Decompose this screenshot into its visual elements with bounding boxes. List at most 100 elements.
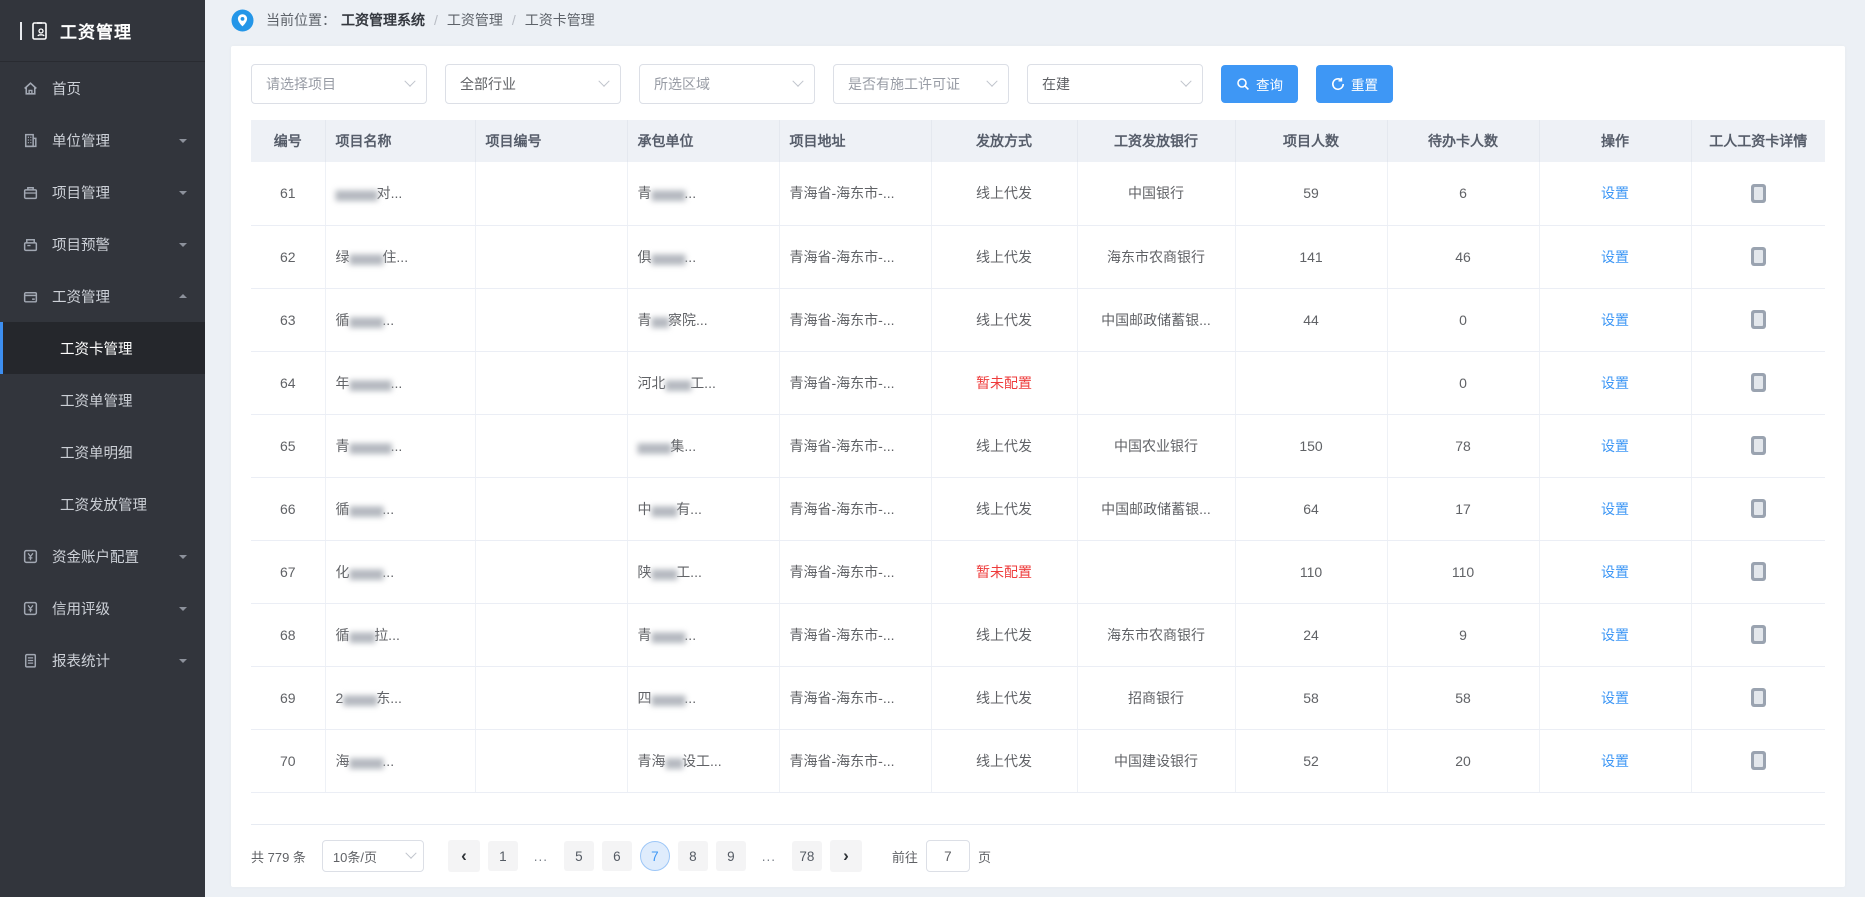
settings-link[interactable]: 设置 bbox=[1601, 249, 1629, 265]
chevron-down-icon bbox=[1180, 76, 1191, 87]
cell-project-code bbox=[475, 414, 627, 477]
page-button[interactable]: 9 bbox=[716, 841, 746, 871]
cell-bank: 招商银行 bbox=[1077, 666, 1235, 729]
cell-address: 青海省-海东市-... bbox=[779, 225, 931, 288]
breadcrumb-separator: / bbox=[512, 12, 516, 28]
page-button[interactable]: 78 bbox=[792, 841, 822, 871]
cell-people-count: 44 bbox=[1235, 288, 1387, 351]
cell-id: 61 bbox=[251, 162, 325, 225]
sidebar-subitem-payroll[interactable]: 工资单管理 bbox=[0, 374, 205, 426]
redacted-text: ▆▆ bbox=[666, 755, 682, 769]
cell-bank bbox=[1077, 540, 1235, 603]
worker-card-detail-icon[interactable] bbox=[1751, 373, 1766, 392]
breadcrumb-separator: / bbox=[434, 12, 438, 28]
name-visible: 住... bbox=[382, 249, 408, 265]
settings-link[interactable]: 设置 bbox=[1601, 312, 1629, 328]
worker-card-detail-icon[interactable] bbox=[1751, 625, 1766, 644]
settings-link[interactable]: 设置 bbox=[1601, 375, 1629, 391]
settings-link[interactable]: 设置 bbox=[1601, 438, 1629, 454]
redacted-text: ▆▆▆▆ bbox=[652, 251, 685, 265]
cell-people-count: 24 bbox=[1235, 603, 1387, 666]
search-button[interactable]: 查询 bbox=[1221, 65, 1298, 103]
worker-card-detail-icon[interactable] bbox=[1751, 247, 1766, 266]
worker-card-detail-icon[interactable] bbox=[1751, 499, 1766, 518]
cell-pending-cards: 17 bbox=[1387, 477, 1539, 540]
app-root: 工资管理 首页 单位管理 项目管理 项目预警 bbox=[0, 0, 1865, 897]
sidebar-item-home[interactable]: 首页 bbox=[0, 62, 205, 114]
worker-card-detail-icon[interactable] bbox=[1751, 436, 1766, 455]
settings-link[interactable]: 设置 bbox=[1601, 185, 1629, 201]
page-button[interactable]: 1 bbox=[488, 841, 518, 871]
worker-card-detail-icon[interactable] bbox=[1751, 562, 1766, 581]
column-header: 项目名称 bbox=[325, 120, 475, 162]
filter-select-permit[interactable]: 是否有施工许可证 bbox=[833, 64, 1009, 104]
breadcrumb-item[interactable]: 工资管理 bbox=[447, 10, 503, 30]
worker-card-detail-icon[interactable] bbox=[1751, 184, 1766, 203]
page-button[interactable]: 8 bbox=[678, 841, 708, 871]
jump-prefix: 前往 bbox=[892, 847, 918, 866]
sidebar-subitem-salary-card[interactable]: 工资卡管理 bbox=[0, 322, 205, 374]
jump-page-input[interactable]: 7 bbox=[926, 840, 970, 872]
column-header: 工人工资卡详情 bbox=[1691, 120, 1825, 162]
sidebar-item-salary[interactable]: 工资管理 bbox=[0, 270, 205, 322]
cell-address: 青海省-海东市-... bbox=[779, 729, 931, 792]
filter-select-industry[interactable]: 全部行业 bbox=[445, 64, 621, 104]
sidebar-item-report-stats[interactable]: 报表统计 bbox=[0, 634, 205, 686]
cell-pending-cards: 46 bbox=[1387, 225, 1539, 288]
redacted-text: ▆▆▆▆ bbox=[350, 314, 383, 328]
cell-bank: 中国邮政储蓄银... bbox=[1077, 288, 1235, 351]
next-page-button[interactable]: › bbox=[830, 840, 862, 872]
page-size-select[interactable]: 10条/页 bbox=[322, 840, 424, 872]
sidebar-item-project-warning[interactable]: 项目预警 bbox=[0, 218, 205, 270]
cell-people-count: 59 bbox=[1235, 162, 1387, 225]
filter-bar: 请选择项目 全部行业 所选区域 是否有施工许可证 在建 bbox=[251, 64, 1825, 104]
worker-card-detail-icon[interactable] bbox=[1751, 751, 1766, 770]
worker-card-detail-icon[interactable] bbox=[1751, 688, 1766, 707]
credit-icon bbox=[22, 600, 39, 617]
sidebar-subitem-label: 工资单管理 bbox=[60, 390, 133, 411]
filter-select-status[interactable]: 在建 bbox=[1027, 64, 1203, 104]
sidebar-item-credit-rating[interactable]: 信用评级 bbox=[0, 582, 205, 634]
page-button[interactable]: 6 bbox=[602, 841, 632, 871]
cell-actions: 设置 bbox=[1539, 414, 1691, 477]
settings-link[interactable]: 设置 bbox=[1601, 627, 1629, 643]
breadcrumb-root[interactable]: 工资管理系统 bbox=[341, 10, 425, 30]
cell-card-detail bbox=[1691, 540, 1825, 603]
column-header: 项目地址 bbox=[779, 120, 931, 162]
filter-select-region[interactable]: 所选区域 bbox=[639, 64, 815, 104]
worker-card-detail-icon[interactable] bbox=[1751, 310, 1766, 329]
page-button[interactable]: 7 bbox=[640, 841, 670, 871]
filter-select-project[interactable]: 请选择项目 bbox=[251, 64, 427, 104]
sidebar-item-units[interactable]: 单位管理 bbox=[0, 114, 205, 166]
sidebar-item-projects[interactable]: 项目管理 bbox=[0, 166, 205, 218]
prev-page-button[interactable]: ‹ bbox=[448, 840, 480, 872]
page-button[interactable]: 5 bbox=[564, 841, 594, 871]
redacted-text: ▆▆▆ bbox=[652, 566, 677, 580]
sidebar-subitem-salary-issue[interactable]: 工资发放管理 bbox=[0, 478, 205, 530]
select-value: 在建 bbox=[1042, 74, 1182, 94]
cell-people-count: 150 bbox=[1235, 414, 1387, 477]
settings-link[interactable]: 设置 bbox=[1601, 564, 1629, 580]
cell-pay-method: 线上代发 bbox=[931, 477, 1077, 540]
chevron-down-icon bbox=[179, 555, 187, 563]
cell-card-detail bbox=[1691, 414, 1825, 477]
settings-link[interactable]: 设置 bbox=[1601, 753, 1629, 769]
name-visible: 化 bbox=[336, 564, 350, 580]
redacted-text: ▆▆▆▆ bbox=[350, 503, 383, 517]
sidebar-subitem-payroll-detail[interactable]: 工资单明细 bbox=[0, 426, 205, 478]
table-row: 61▆▆▆▆▆对...青▆▆▆▆...青海省-海东市-...线上代发中国银行59… bbox=[251, 162, 1825, 225]
cell-card-detail bbox=[1691, 225, 1825, 288]
contractor-visible: 集... bbox=[670, 438, 696, 454]
name-visible: ... bbox=[382, 312, 394, 328]
settings-link[interactable]: 设置 bbox=[1601, 501, 1629, 517]
settings-link[interactable]: 设置 bbox=[1601, 690, 1629, 706]
cell-contractor: 中▆▆▆有... bbox=[627, 477, 779, 540]
cell-people-count: 141 bbox=[1235, 225, 1387, 288]
sidebar-item-fund-account[interactable]: 资金账户配置 bbox=[0, 530, 205, 582]
name-visible: ... bbox=[382, 501, 394, 517]
cell-actions: 设置 bbox=[1539, 603, 1691, 666]
reset-button[interactable]: 重置 bbox=[1316, 65, 1393, 103]
name-visible: 对... bbox=[377, 185, 403, 201]
cell-id: 67 bbox=[251, 540, 325, 603]
cell-people-count bbox=[1235, 351, 1387, 414]
